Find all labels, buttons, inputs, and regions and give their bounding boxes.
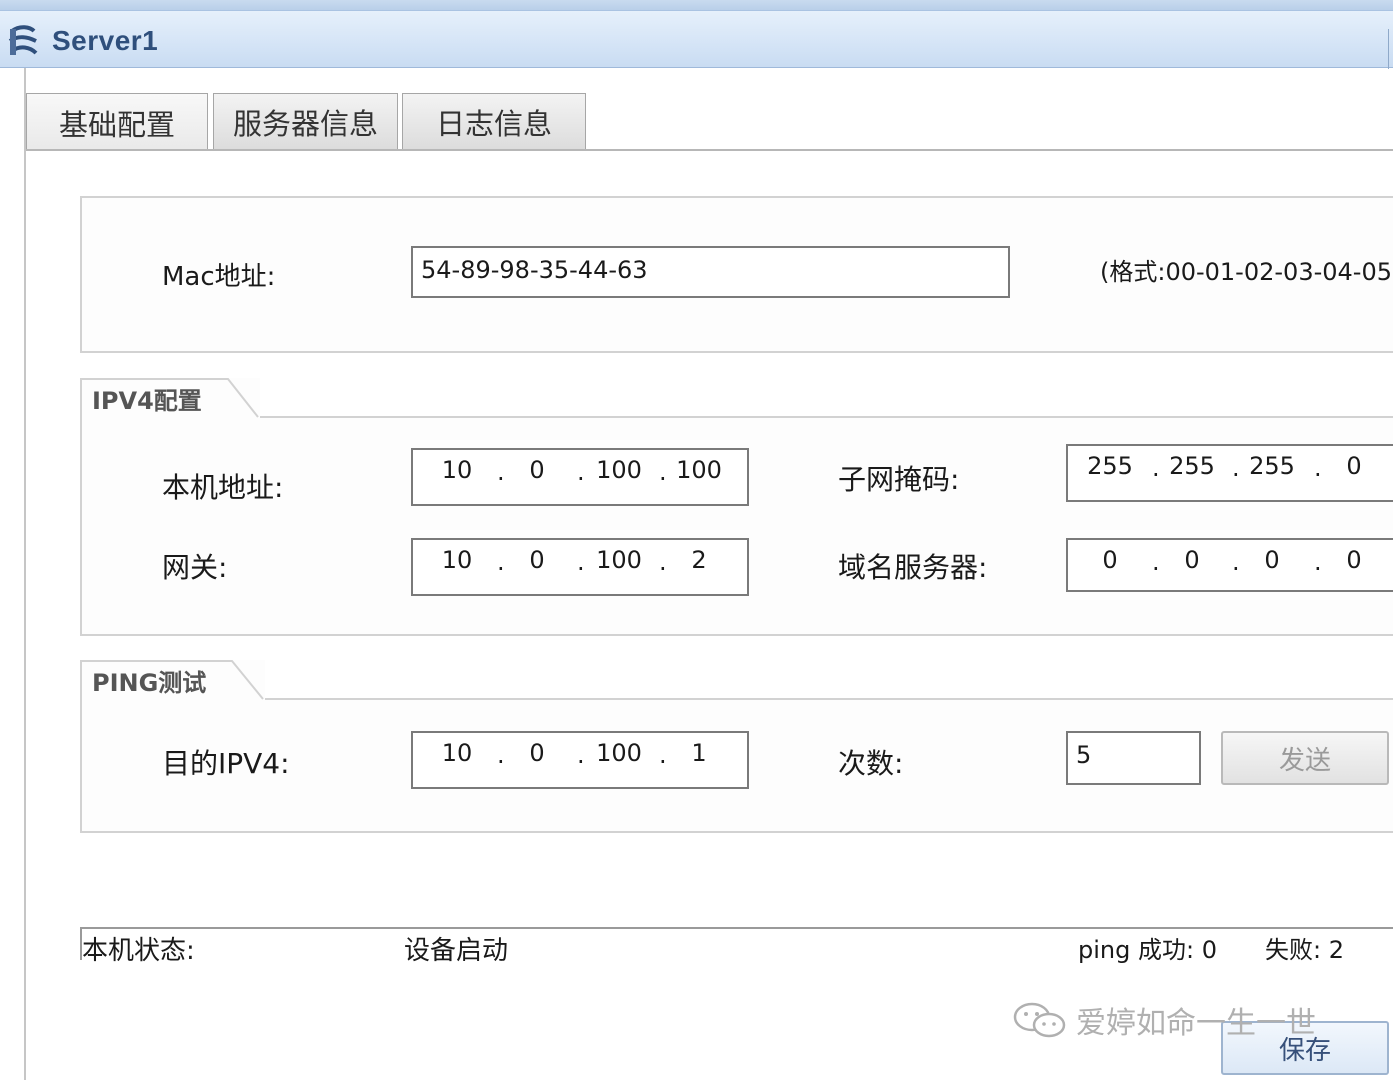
watermark-text: 爱婷如命一生一世 — [1076, 1006, 1316, 1041]
subnet-mask-label: 子网掩码: — [838, 463, 960, 496]
subnet-mask-input[interactable]: 255 . 255 . 255 . 0 — [1066, 444, 1393, 502]
ip-octet: 255 — [1249, 452, 1295, 480]
ip-dot: . — [497, 458, 505, 486]
ip-octet: 255 — [1169, 452, 1215, 480]
ping-count-label: 次数: — [838, 747, 904, 780]
ip-dot: . — [577, 458, 585, 486]
ip-octet: 0 — [529, 546, 545, 574]
dns-label: 域名服务器: — [838, 551, 988, 584]
ip-octet: 0 — [1346, 452, 1362, 480]
ip-dot: . — [577, 548, 585, 576]
dns-input[interactable]: 0 . 0 . 0 . 0 — [1066, 538, 1393, 592]
tab-basic-config[interactable]: 基础配置 — [26, 93, 208, 151]
ip-octet: 0 — [529, 456, 545, 484]
tab-label: 基础配置 — [58, 107, 175, 142]
ping-group-header: PING测试 — [80, 660, 265, 700]
watermark: 爱婷如命一生一世 — [1012, 998, 1316, 1042]
tab-panel-border — [26, 149, 1393, 151]
ip-dot: . — [497, 548, 505, 576]
mac-input[interactable]: 54-89-98-35-44-63 — [411, 246, 1010, 298]
ip-octet: 255 — [1087, 452, 1133, 480]
titlebar-top-strip — [0, 0, 1393, 10]
ip-octet: 0 — [1184, 546, 1200, 574]
ipv4-group-header: IPV4配置 — [80, 378, 260, 418]
local-address-label: 本机地址: — [162, 471, 284, 504]
local-address-input[interactable]: 10 . 0 . 100 . 100 — [411, 448, 749, 506]
ip-dot: . — [1232, 454, 1240, 482]
tab-label: 服务器信息 — [232, 107, 378, 141]
status-label: 本机状态: — [82, 936, 195, 966]
gateway-input[interactable]: 10 . 0 . 100 . 2 — [411, 538, 749, 596]
ip-octet: 100 — [596, 456, 642, 484]
send-button[interactable]: 发送 — [1221, 731, 1389, 785]
gateway-label: 网关: — [162, 551, 228, 584]
ipv4-group-title: IPV4配置 — [92, 386, 202, 415]
status-bar-border — [80, 927, 1393, 929]
ip-octet: 0 — [1264, 546, 1280, 574]
ip-octet: 2 — [691, 546, 707, 574]
window-left-border — [0, 68, 26, 1080]
ip-octet: 0 — [1102, 546, 1118, 574]
status-value: 设备启动 — [404, 936, 509, 966]
ping-fail-count: 失败: 2 — [1265, 936, 1344, 964]
wechat-icon — [1013, 1002, 1066, 1038]
ip-octet: 0 — [529, 739, 545, 767]
ip-dot: . — [1152, 548, 1160, 576]
ip-octet: 10 — [441, 456, 473, 484]
send-button-label: 发送 — [1278, 745, 1331, 776]
ip-octet: 0 — [1346, 546, 1362, 574]
ip-octet: 10 — [441, 546, 473, 574]
ip-dot: . — [659, 741, 667, 769]
ping-target-input[interactable]: 10 . 0 . 100 . 1 — [411, 731, 749, 789]
ip-octet: 1 — [691, 739, 707, 767]
ping-target-label: 目的IPV4: — [162, 747, 290, 780]
ping-success-count: ping 成功: 0 — [1078, 936, 1217, 964]
tab-server-info[interactable]: 服务器信息 — [213, 93, 398, 150]
ip-dot: . — [577, 741, 585, 769]
ip-dot: . — [1152, 454, 1160, 482]
ip-dot: . — [1314, 548, 1322, 576]
tab-label: 日志信息 — [435, 107, 552, 141]
ip-dot: . — [1314, 454, 1322, 482]
ip-octet: 100 — [676, 456, 722, 484]
ip-octet: 10 — [441, 739, 473, 767]
server-app-icon — [8, 25, 38, 55]
ip-dot: . — [1232, 548, 1240, 576]
mac-value: 54-89-98-35-44-63 — [421, 256, 648, 284]
tab-log-info[interactable]: 日志信息 — [402, 93, 586, 150]
ip-octet: 100 — [596, 546, 642, 574]
window-title: Server1 — [52, 25, 159, 56]
titlebar-edge — [1388, 29, 1393, 69]
mac-format-hint: (格式:00-01-02-03-04-05) — [1100, 258, 1393, 286]
window-titlebar[interactable]: Server1 — [0, 10, 1393, 69]
ip-octet: 100 — [596, 739, 642, 767]
ping-count-input[interactable]: 5 — [1066, 731, 1201, 785]
ping-group-title: PING测试 — [92, 668, 207, 697]
mac-label: Mac地址: — [162, 262, 276, 292]
ping-count-value: 5 — [1076, 741, 1092, 769]
ip-dot: . — [497, 741, 505, 769]
ip-dot: . — [659, 548, 667, 576]
ip-dot: . — [659, 458, 667, 486]
